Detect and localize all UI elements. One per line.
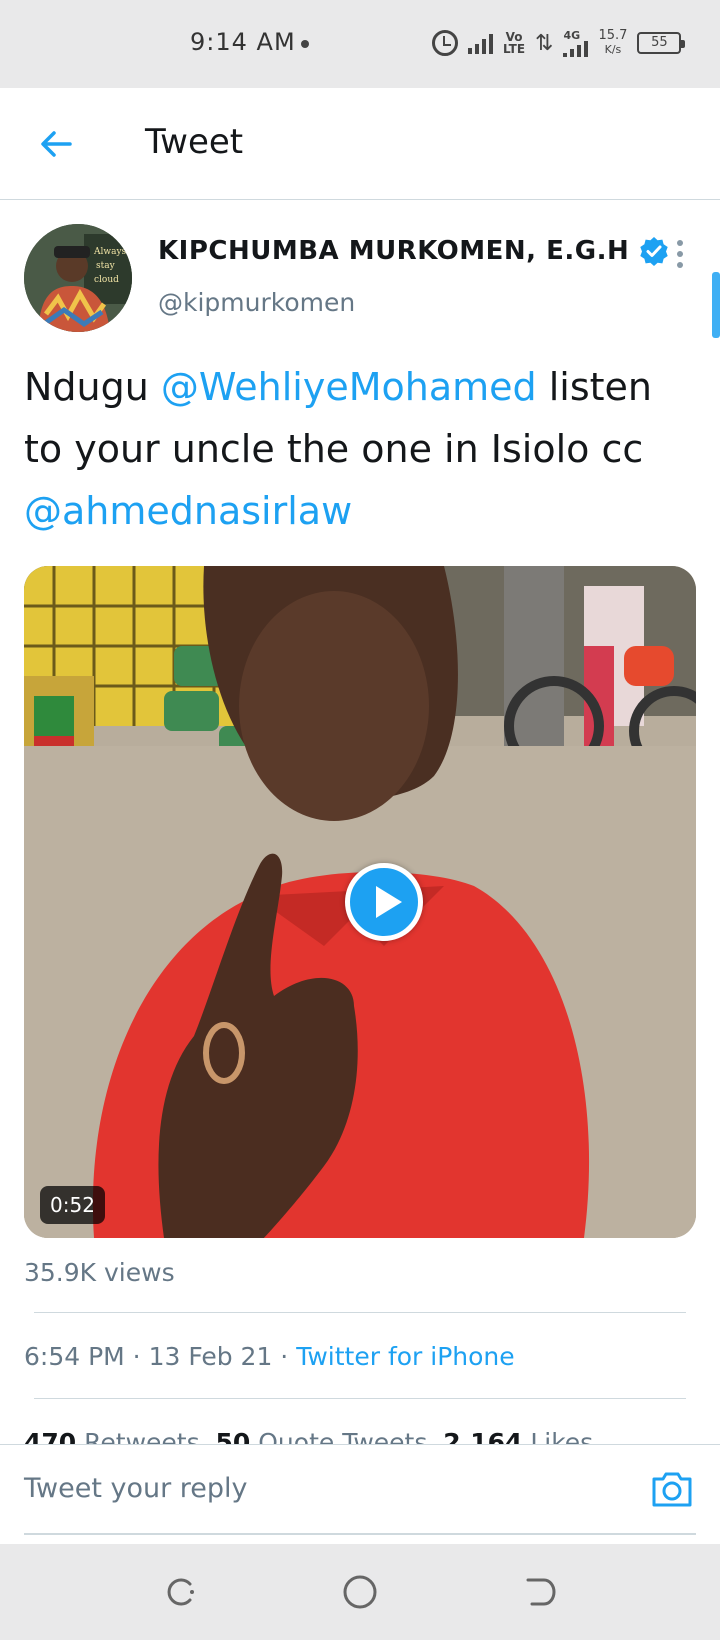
system-nav-bar: [0, 1544, 720, 1640]
separator: ·: [124, 1342, 149, 1371]
home-icon[interactable]: [342, 1574, 378, 1610]
arrow-left-icon[interactable]: [36, 124, 76, 164]
reply-input[interactable]: Tweet your reply: [24, 1473, 248, 1504]
top-app-bar: Tweet: [0, 88, 720, 200]
camera-icon[interactable]: [650, 1469, 694, 1509]
author-name[interactable]: KIPCHUMBA MURKOMEN, E.G.H: [158, 236, 629, 266]
view-count: 35.9K views: [24, 1258, 175, 1287]
svg-text:Always: Always: [93, 247, 127, 257]
recent-apps-icon[interactable]: [162, 1574, 198, 1610]
scrollbar-thumb[interactable]: [712, 272, 720, 338]
divider: [34, 1398, 686, 1399]
status-time: 9:14 AM: [190, 28, 296, 56]
avatar[interactable]: Always stay cloud: [24, 224, 132, 332]
alarm-icon: [432, 30, 458, 56]
verified-badge-icon: [640, 237, 668, 266]
network-speed-value: 15.7: [598, 28, 628, 43]
avatar-image: Always stay cloud: [24, 224, 132, 332]
volte-icon: Vo LTE: [503, 30, 526, 56]
play-button[interactable]: [345, 863, 423, 941]
network-type-label: 4G: [563, 28, 581, 42]
back-nav-icon[interactable]: [522, 1574, 558, 1610]
page-title: Tweet: [145, 122, 244, 162]
battery-icon: 55: [637, 32, 686, 54]
reply-bar: Tweet your reply: [0, 1444, 720, 1542]
tweet-text: Ndugu @WehliyeMohamed listen to your unc…: [24, 356, 684, 542]
mention-link[interactable]: @WehliyeMohamed: [161, 365, 537, 409]
notification-dot-icon: [301, 40, 309, 48]
source-link[interactable]: Twitter for iPhone: [296, 1342, 514, 1371]
svg-text:cloud: cloud: [94, 275, 119, 285]
timestamp-row: 6:54 PM · 13 Feb 21 · Twitter for iPhone: [24, 1342, 515, 1371]
video-duration: 0:52: [40, 1186, 105, 1224]
status-bar: 9:14 AM Vo LTE ⇅ 4G 15.7 K/s 55: [0, 0, 720, 88]
divider: [34, 1312, 686, 1313]
reply-underline: [24, 1533, 696, 1535]
play-icon: [376, 886, 402, 918]
tweet-time: 6:54 PM: [24, 1342, 125, 1371]
separator: ·: [272, 1342, 297, 1371]
signal-icon: [468, 32, 493, 54]
data-arrows-icon: ⇅: [535, 30, 554, 56]
more-options-icon[interactable]: [672, 240, 688, 276]
video-player[interactable]: 0:52: [24, 566, 696, 1238]
author-name-row[interactable]: KIPCHUMBA MURKOMEN, E.G.H: [158, 236, 669, 266]
signal-4g-icon: 4G: [563, 28, 589, 57]
tweet-text-plain: Ndugu: [24, 365, 161, 409]
mention-link[interactable]: @ahmednasirlaw: [24, 489, 352, 533]
svg-text:stay: stay: [96, 261, 116, 271]
status-icons: Vo LTE ⇅ 4G 15.7 K/s 55: [432, 26, 686, 60]
network-speed-unit: K/s: [604, 43, 622, 56]
author-handle[interactable]: @kipmurkomen: [158, 288, 355, 317]
tweet-date: 13 Feb 21: [148, 1342, 273, 1371]
network-speed: 15.7 K/s: [598, 29, 627, 57]
